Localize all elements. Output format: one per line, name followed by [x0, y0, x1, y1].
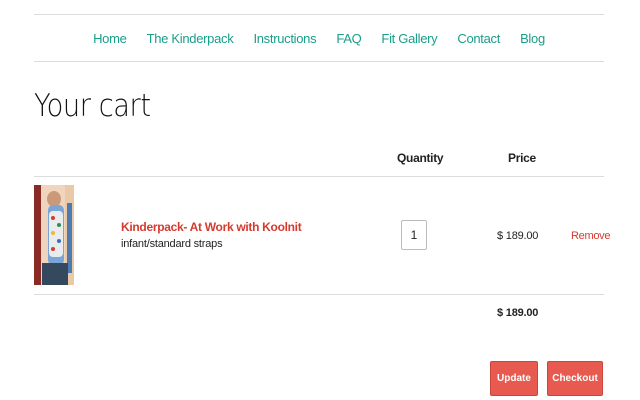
quantity-header: Quantity [397, 151, 444, 165]
product-name-link[interactable]: Kinderpack- At Work with Koolnit [121, 220, 302, 234]
main-nav: Home The Kinderpack Instructions FAQ Fit… [34, 14, 604, 62]
table-header-rule [34, 176, 604, 177]
line-item-price: $ 189.00 [497, 230, 539, 242]
nav-fit-gallery[interactable]: Fit Gallery [381, 31, 437, 46]
page-title: Your cart [34, 88, 151, 124]
nav-instructions[interactable]: Instructions [253, 31, 316, 46]
nav-faq[interactable]: FAQ [336, 31, 361, 46]
checkout-button[interactable]: Checkout [547, 361, 603, 396]
header-bottom-rule [34, 61, 604, 62]
cart-subtotal: $ 189.00 [497, 307, 539, 319]
nav-contact[interactable]: Contact [457, 31, 500, 46]
table-row-rule [34, 294, 604, 295]
nav-the-kinderpack[interactable]: The Kinderpack [147, 31, 234, 46]
product-photo-icon [34, 185, 74, 285]
product-variant: infant/standard straps [121, 238, 223, 250]
update-button[interactable]: Update [490, 361, 538, 396]
remove-item-link[interactable]: Remove [571, 230, 610, 242]
quantity-input[interactable] [401, 220, 427, 250]
price-header: Price [508, 151, 536, 165]
nav-home[interactable]: Home [93, 31, 127, 46]
product-thumbnail[interactable] [34, 185, 74, 285]
nav-blog[interactable]: Blog [520, 31, 545, 46]
